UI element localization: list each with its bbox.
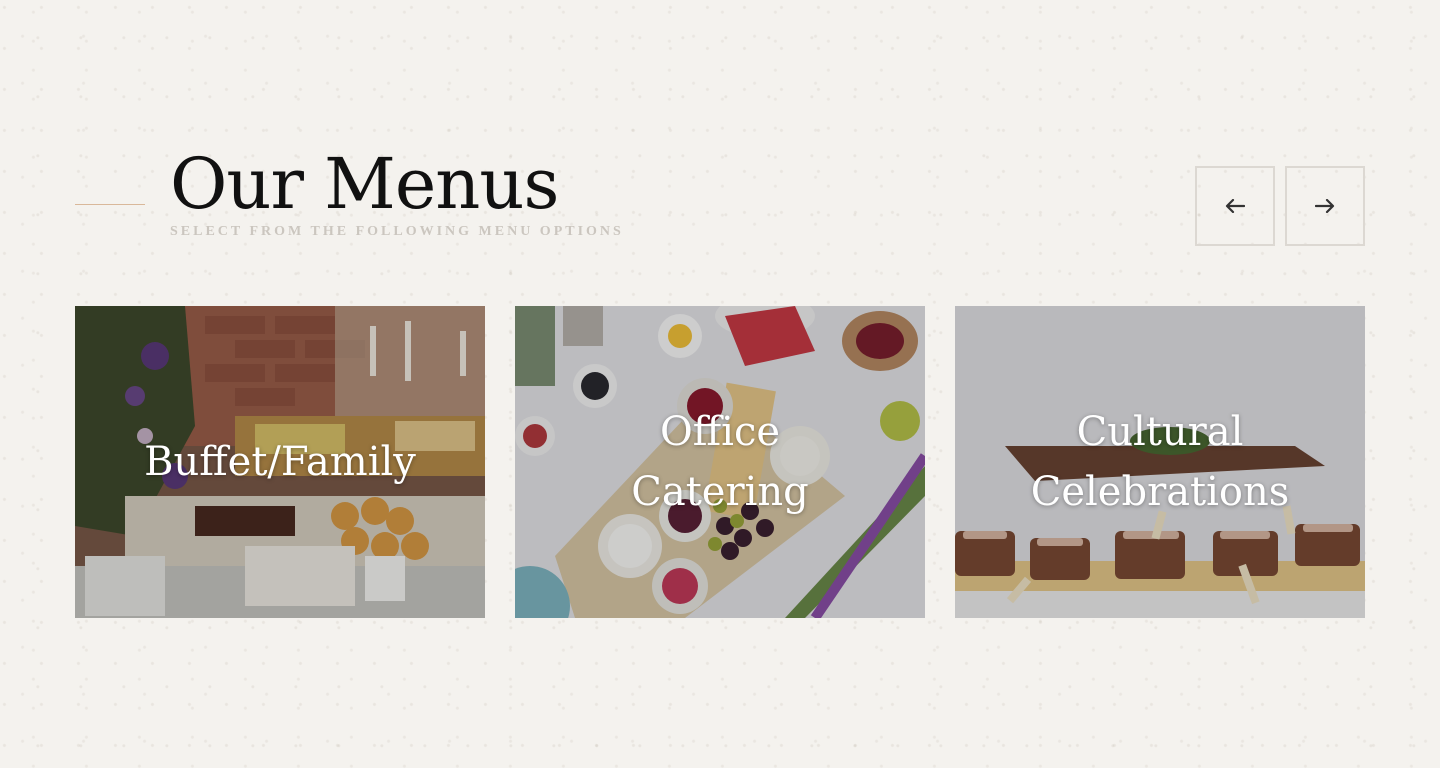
carousel-next-button[interactable] [1285,166,1365,246]
arrow-left-icon [1225,199,1245,213]
page-subtitle: SELECT FROM THE FOLLOWING MENU OPTIONS [170,224,624,239]
arrow-right-icon [1315,199,1335,213]
menu-card-buffet-family[interactable]: Buffet/Family [75,306,485,618]
menu-card-label: Cultural Celebrations [1030,409,1290,515]
accent-line [75,204,145,205]
page-title: Our Menus [170,143,559,225]
menu-card-cultural-celebrations[interactable]: Cultural Celebrations [955,306,1365,618]
menu-card-label: Office Catering [631,409,809,515]
menu-card-label: Buffet/Family [144,439,416,485]
menu-card-office-catering[interactable]: Office Catering [515,306,925,618]
menus-section: Our Menus SELECT FROM THE FOLLOWING MENU… [0,0,1440,768]
carousel-prev-button[interactable] [1195,166,1275,246]
